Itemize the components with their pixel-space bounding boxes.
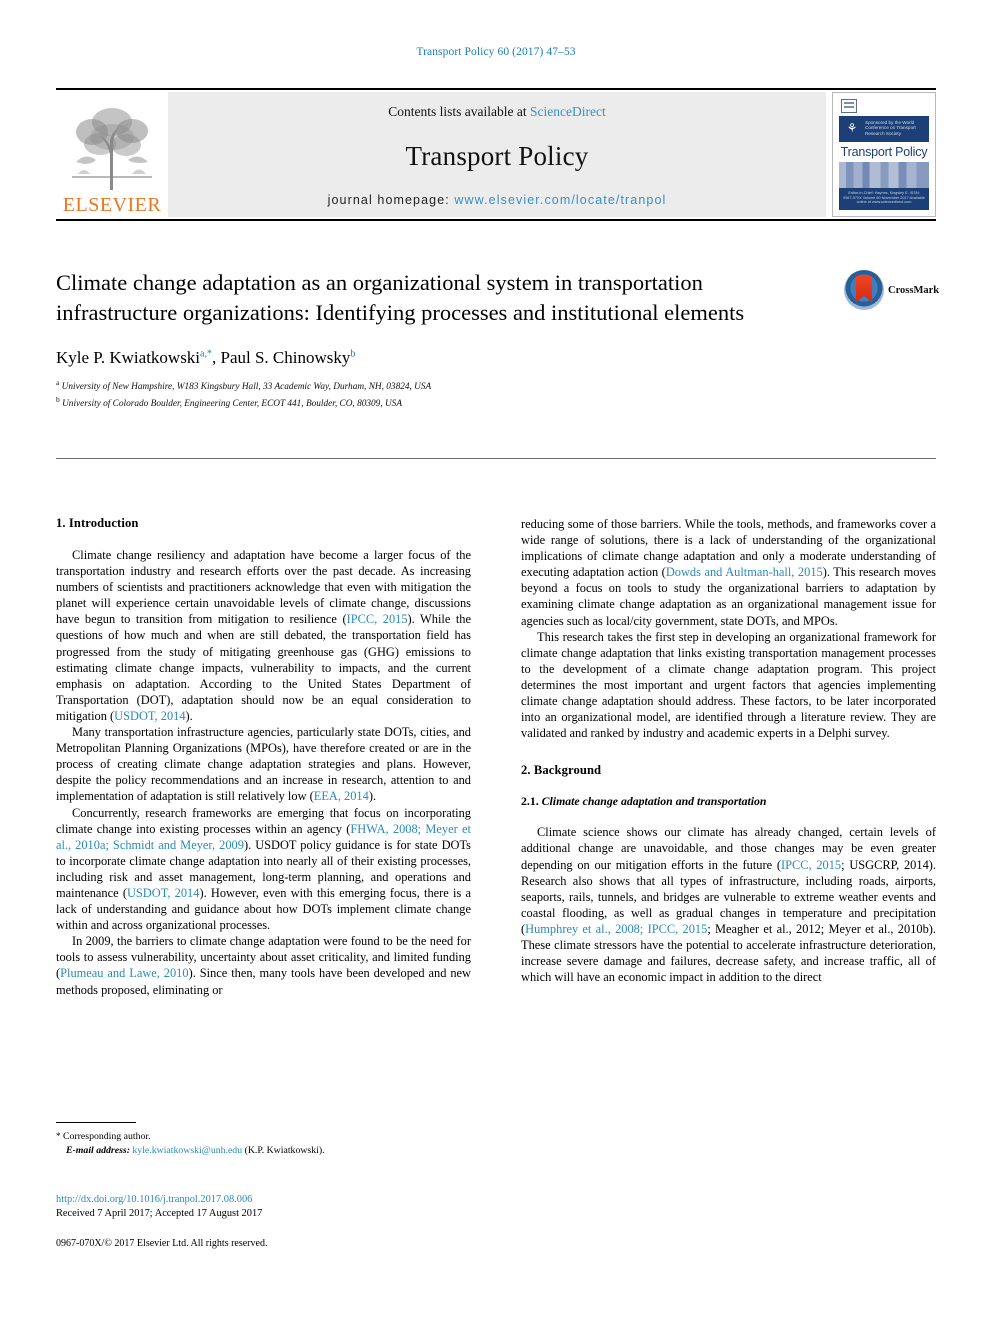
paragraph: This research takes the first step in de…	[521, 629, 936, 741]
email-link[interactable]: kyle.kwiatkowski@unh.edu	[132, 1145, 242, 1156]
corresponding-label: Corresponding author.	[62, 1131, 151, 1142]
copyright-line: 0967-070X/© 2017 Elsevier Ltd. All right…	[56, 1238, 268, 1249]
masthead-bottom-rule	[56, 219, 936, 221]
citation-link[interactable]: IPCC, 2015	[781, 858, 841, 872]
corresponding-line: * Corresponding author.	[56, 1130, 476, 1144]
citation-link[interactable]: Humphrey et al., 2008;	[525, 922, 647, 936]
article-body: 1. Introduction Climate change resilienc…	[56, 516, 936, 998]
doi-block: http://dx.doi.org/10.1016/j.tranpol.2017…	[56, 1193, 486, 1221]
cover-elsevier-mark-icon	[841, 99, 857, 113]
corresponding-star: *	[56, 1131, 61, 1141]
citation-link[interactable]: USDOT, 2014	[114, 709, 185, 723]
citation-link[interactable]: IPCC, 2015	[648, 922, 708, 936]
contents-available-line: Contents lists available at ScienceDirec…	[388, 104, 605, 120]
elsevier-logo: ELSEVIER	[56, 92, 168, 217]
paragraph: Concurrently, research frameworks are em…	[56, 805, 471, 933]
journal-masthead: ELSEVIER Contents lists available at Sci…	[56, 88, 936, 221]
paragraph: In 2009, the barriers to climate change …	[56, 934, 471, 997]
paper-page: Transport Policy 60 (2017) 47–53 ELSEVIE…	[0, 0, 992, 1323]
email-label: E-mail address:	[66, 1144, 130, 1156]
subsection-number: 2.1.	[521, 794, 542, 809]
section-heading-introduction: 1. Introduction	[56, 516, 139, 530]
section-heading-background: 2. Background	[521, 763, 602, 778]
paragraph: Many transportation infrastructure agenc…	[56, 725, 471, 804]
email-owner: (K.P. Kwiatkowski).	[244, 1144, 325, 1156]
affiliation-a-text: University of New Hampshire, W183 Kingsb…	[61, 382, 432, 393]
journal-homepage-line: journal homepage: www.elsevier.com/locat…	[328, 193, 667, 207]
wctrs-mark-icon: ⚘	[846, 121, 858, 135]
masthead-top-rule	[56, 88, 936, 90]
author-1[interactable]: Kyle P. Kwiatkowskia,*	[56, 348, 212, 367]
crossmark-icon	[844, 270, 884, 310]
footnote-divider	[56, 1122, 136, 1123]
author-1-name: Kyle P. Kwiatkowski	[56, 348, 201, 367]
paragraph: Climate science shows our climate has al…	[521, 825, 936, 985]
homepage-prefix: journal homepage:	[327, 193, 450, 207]
citation-link[interactable]: USDOT, 2014	[127, 886, 199, 900]
article-header: CrossMark Climate change adaptation as a…	[56, 268, 940, 410]
elsevier-wordmark: ELSEVIER	[62, 194, 162, 216]
cover-footer-text: Editor-in-Chief: Haynes, Kingsley E. ISS…	[839, 188, 929, 210]
citation-link[interactable]: Plumeau and Lawe, 2010	[60, 966, 188, 980]
contents-prefix: Contents lists available at	[388, 104, 527, 119]
author-2-affil-mark: b	[350, 348, 356, 360]
affiliation-a: a University of New Hampshire, W183 King…	[56, 377, 936, 394]
citation-link[interactable]: IPCC, 2015	[347, 612, 408, 626]
masthead-center: Contents lists available at ScienceDirec…	[168, 92, 826, 217]
column-left: 1. Introduction Climate change resilienc…	[56, 516, 471, 998]
received-accepted-dates: Received 7 April 2017; Accepted 17 Augus…	[56, 1208, 263, 1219]
paragraph: Climate change resiliency and adaptation…	[56, 548, 471, 723]
author-list: Kyle P. Kwiatkowskia,*, Paul S. Chinowsk…	[56, 348, 936, 368]
citation-link[interactable]: FHWA, 2008; Meyer et al., 2010a; Schmidt…	[56, 822, 471, 852]
journal-title: Transport Policy	[405, 141, 589, 171]
affiliation-b: b University of Colorado Boulder, Engine…	[56, 394, 936, 411]
cover-band-text: Sponsored by the World Conference on Tra…	[865, 120, 916, 136]
paragraph: reducing some of those barriers. While t…	[521, 517, 936, 628]
journal-homepage-url[interactable]: www.elsevier.com/locate/tranpol	[454, 193, 666, 207]
crossmark-label: CrossMark	[888, 285, 940, 296]
author-2-name: Paul S. Chinowsky	[220, 348, 351, 367]
elsevier-tree-icon	[66, 102, 158, 194]
running-head: Transport Policy 60 (2017) 47–53	[416, 46, 576, 58]
journal-cover-thumbnail: ⚘ Sponsored by the World Conference on T…	[832, 92, 936, 217]
sciencedirect-link[interactable]: ScienceDirect	[530, 104, 606, 119]
crossmark-badge[interactable]: CrossMark	[844, 270, 940, 312]
cover-sponsor-band: ⚘ Sponsored by the World Conference on T…	[839, 116, 929, 142]
column-right: reducing some of those barriers. While t…	[521, 516, 936, 998]
email-line: E-mail address: kyle.kwiatkowski@unh.edu…	[56, 1144, 476, 1158]
affiliation-b-mark: b	[56, 394, 60, 404]
affiliation-b-text: University of Colorado Boulder, Engineer…	[62, 398, 403, 409]
citation-link[interactable]: Dowds and Aultman-hall, 2015	[666, 565, 823, 579]
affiliation-list: a University of New Hampshire, W183 King…	[56, 377, 936, 410]
cover-journal-title: Transport Policy	[840, 145, 928, 159]
subsection-heading-climate-change-adaptation: 2.1. Climate change adaptation and trans…	[521, 794, 936, 809]
corresponding-author-note: * Corresponding author. E-mail address: …	[56, 1130, 476, 1157]
citation-link[interactable]: EEA, 2014	[314, 789, 369, 803]
page-title: Climate change adaptation as an organiza…	[56, 270, 745, 325]
affiliation-a-mark: a	[56, 378, 60, 387]
header-divider	[56, 458, 936, 459]
subsection-title: Climate change adaptation and transporta…	[541, 794, 767, 809]
doi-link[interactable]: http://dx.doi.org/10.1016/j.tranpol.2017…	[56, 1193, 486, 1207]
author-2[interactable]: Paul S. Chinowskyb	[220, 348, 355, 367]
author-1-affil-mark: a,	[200, 348, 207, 360]
